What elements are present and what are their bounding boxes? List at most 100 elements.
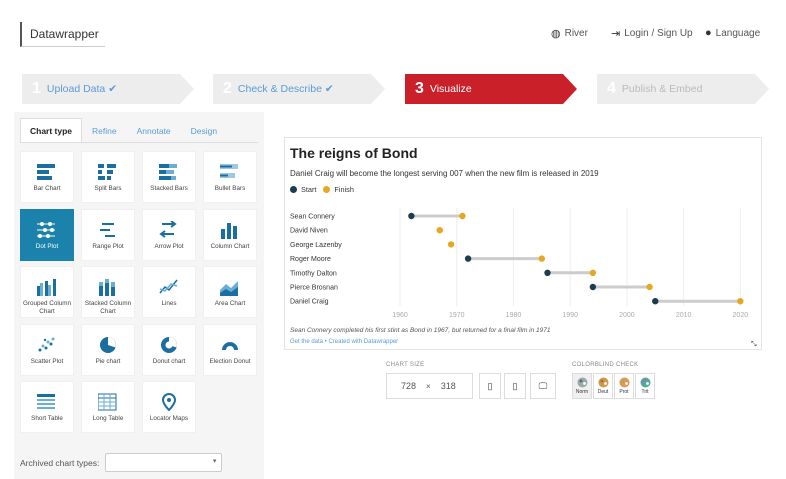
- step-label: Check & Describe ✔: [237, 83, 334, 95]
- election-donut-icon: [220, 334, 240, 356]
- split-bars-icon: [98, 161, 118, 183]
- x-tick-label: 2010: [676, 312, 692, 319]
- palette-icon: [577, 377, 587, 388]
- chart-type-label: Stacked Column Chart: [84, 300, 132, 315]
- step-check-describe[interactable]: 2 Check & Describe ✔: [213, 74, 385, 104]
- tab-chart-type[interactable]: Chart type: [20, 118, 83, 142]
- dot-plot-chart: 1960 1970 1980 1990 2000 2010 2020 Sean Connery…: [290, 208, 748, 319]
- legend-finish-label: Finish: [334, 185, 354, 194]
- chart-type-area-chart[interactable]: Area Chart: [203, 266, 257, 318]
- palette-icon: [640, 377, 650, 388]
- login-icon: ⇥: [611, 28, 621, 40]
- start-point: [544, 269, 551, 276]
- colorblind-trit-button[interactable]: Trit: [635, 373, 655, 399]
- sidebar-tabs: Chart type Refine Annotate Design: [20, 118, 227, 142]
- x-tick-label: 1960: [392, 312, 408, 319]
- chart-type-column-chart[interactable]: Column Chart: [203, 208, 257, 261]
- bar-chart-icon: [37, 161, 57, 183]
- step-upload-data[interactable]: 1 Upload Data ✔: [22, 74, 194, 104]
- chart-type-locator-maps[interactable]: Locator Maps: [142, 381, 196, 433]
- finish-point: [538, 255, 546, 262]
- step-publish-embed[interactable]: 4 Publish & Embed: [597, 74, 769, 104]
- x-tick-label: 1990: [562, 312, 578, 319]
- lines-icon: [159, 276, 179, 298]
- language-link[interactable]: ● Language: [705, 27, 760, 39]
- theme-label: River: [564, 28, 588, 39]
- colorblind-mode-label: Trit: [641, 389, 649, 395]
- x-tick-label: 1980: [506, 312, 522, 319]
- row-label: Roger Moore: [290, 256, 331, 263]
- chart-type-short-table[interactable]: Short Table: [20, 381, 74, 433]
- chart-type-bullet-bars[interactable]: Bullet Bars: [203, 151, 257, 203]
- chart-type-grouped-column-chart[interactable]: Grouped Column Chart: [20, 266, 74, 318]
- tab-annotate[interactable]: Annotate: [127, 118, 181, 142]
- chart-type-split-bars[interactable]: Split Bars: [81, 151, 135, 203]
- language-label: Language: [715, 27, 761, 39]
- resize-handle-icon[interactable]: ⤡: [751, 341, 757, 349]
- chevron-down-icon: ▾: [212, 458, 217, 465]
- legend-start-label: Start: [301, 185, 317, 194]
- chart-type-pie-chart[interactable]: Pie chart: [81, 323, 135, 376]
- tablet-icon: ▯: [512, 380, 518, 391]
- row-label: Daniel Craig: [290, 299, 329, 306]
- times-sign: ×: [426, 381, 431, 391]
- start-point: [464, 255, 472, 262]
- tablet-preview-button[interactable]: ▯: [504, 373, 526, 399]
- row-label: Sean Connery: [290, 214, 335, 221]
- chart-credit-link[interactable]: Get the data • Created with Datawrapper: [290, 339, 398, 345]
- chart-type-donut-chart[interactable]: Donut chart: [142, 323, 196, 376]
- palette-icon: ◍: [551, 28, 561, 40]
- grouped-column-icon: [37, 276, 57, 298]
- tab-divider: [20, 142, 258, 143]
- chart-type-dot-plot[interactable]: Dot Plot: [20, 208, 74, 261]
- desktop-icon: 🖵: [538, 380, 548, 391]
- tab-design[interactable]: Design: [181, 118, 227, 142]
- login-signup-link[interactable]: ⇥ Login / Sign Up: [611, 27, 693, 40]
- colorblind-mode-label: Norm: [575, 389, 589, 395]
- long-table-icon: [98, 391, 118, 413]
- chart-type-bar-chart[interactable]: Bar Chart: [20, 151, 74, 203]
- theme-river-link[interactable]: ◍ River: [551, 27, 588, 40]
- chart-subtitle: Daniel Craig will become the longest ser…: [290, 169, 599, 178]
- chart-type-label: Short Table: [31, 415, 63, 422]
- stacked-bars-icon: [159, 161, 179, 183]
- chart-type-range-plot[interactable]: Range Plot: [81, 208, 135, 261]
- chart-width-input[interactable]: 728: [401, 381, 416, 391]
- colorblind-prot-button[interactable]: Prot: [614, 373, 634, 399]
- finish-point: [459, 212, 466, 220]
- archived-select[interactable]: ▾: [105, 453, 223, 472]
- chart-type-scatter-plot[interactable]: Scatter Plot: [20, 323, 74, 376]
- colorblind-deut-button[interactable]: Deut: [593, 373, 613, 399]
- chart-type-stacked-bars[interactable]: Stacked Bars: [142, 151, 196, 203]
- arrow-plot-icon: [159, 219, 179, 241]
- chart-type-stacked-column-chart[interactable]: Stacked Column Chart: [81, 266, 135, 318]
- chart-type-label: Election Donut: [209, 357, 251, 365]
- chart-note: Sean Connery completed his first stint a…: [290, 327, 551, 334]
- chart-type-label: Column Chart: [210, 242, 250, 250]
- chart-type-arrow-plot[interactable]: Arrow Plot: [142, 208, 196, 261]
- colorblind-norm-button[interactable]: Norm: [572, 373, 592, 399]
- x-tick-label: 2000: [619, 312, 635, 319]
- chart-title: The reigns of Bond: [290, 145, 418, 161]
- archived-label: Archived chart types:: [20, 457, 100, 468]
- step-number: 3: [415, 80, 424, 97]
- range-plot-icon: [98, 219, 118, 241]
- phone-preview-button[interactable]: ▯: [479, 373, 501, 399]
- tab-refine[interactable]: Refine: [82, 118, 127, 142]
- chart-type-election-donut[interactable]: Election Donut: [203, 323, 257, 376]
- chart-legend: Start Finish: [290, 185, 354, 194]
- archived-chart-types: Archived chart types: ▾: [20, 453, 223, 472]
- datawrapper-logo[interactable]: Datawrapper: [20, 22, 105, 47]
- step-visualize[interactable]: 3 Visualize: [405, 74, 577, 104]
- chart-type-label: Stacked Bars: [150, 185, 188, 192]
- globe-icon: ●: [705, 27, 712, 39]
- row-label: George Lazenby: [290, 242, 342, 249]
- step-label: Visualize: [429, 83, 472, 95]
- legend-start-swatch: [290, 186, 297, 193]
- chart-height-input[interactable]: 318: [441, 381, 456, 391]
- chart-type-label: Area Chart: [214, 300, 246, 307]
- chart-type-lines[interactable]: Lines: [142, 266, 196, 318]
- desktop-preview-button[interactable]: 🖵: [530, 373, 556, 399]
- palette-icon: [598, 377, 608, 388]
- chart-type-long-table[interactable]: Long Table: [81, 381, 135, 433]
